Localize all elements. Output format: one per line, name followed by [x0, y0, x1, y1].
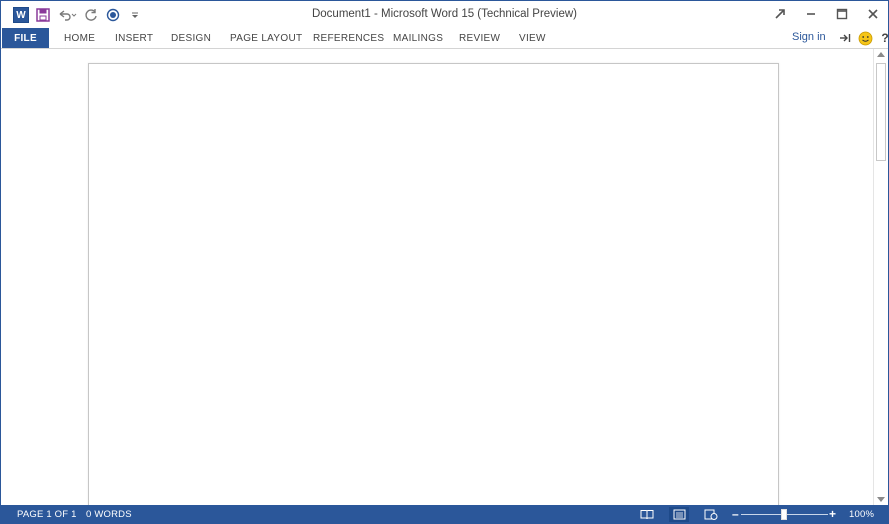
ribbon-display-options-icon[interactable]: [764, 1, 795, 26]
ribbon-right-icons: ?: [837, 30, 888, 46]
tab-file[interactable]: FILE: [2, 28, 49, 48]
zoom-level[interactable]: 100%: [849, 509, 874, 520]
word-count[interactable]: 0 WORDS: [86, 509, 132, 520]
tab-page-layout[interactable]: PAGE LAYOUT: [230, 28, 302, 48]
help-icon[interactable]: ?: [877, 30, 888, 46]
document-page[interactable]: [88, 63, 779, 523]
sign-in-link[interactable]: Sign in: [792, 31, 826, 43]
read-mode-icon[interactable]: [637, 507, 657, 522]
scrollbar-thumb[interactable]: [876, 63, 886, 161]
scroll-up-icon[interactable]: [877, 52, 885, 57]
tab-mailings[interactable]: MAILINGS: [393, 28, 443, 48]
title-bar: W Document1 - Microsoft Word 15 (Technic…: [1, 1, 888, 28]
zoom-slider-thumb[interactable]: [781, 509, 787, 520]
web-layout-icon[interactable]: [701, 507, 721, 522]
tab-view[interactable]: VIEW: [519, 28, 546, 48]
zoom-out-icon[interactable]: –: [732, 507, 739, 521]
window-controls: [764, 1, 888, 28]
scroll-down-icon[interactable]: [877, 497, 885, 502]
vertical-scrollbar[interactable]: [873, 49, 888, 505]
collapse-ribbon-icon[interactable]: [837, 30, 853, 46]
window-title: Document1 - Microsoft Word 15 (Technical…: [311, 8, 578, 20]
tab-home[interactable]: HOME: [64, 28, 95, 48]
document-area: [1, 49, 873, 523]
tab-review[interactable]: REVIEW: [459, 28, 500, 48]
maximize-icon[interactable]: [826, 1, 857, 26]
print-layout-icon[interactable]: [669, 507, 689, 522]
smiley-feedback-icon[interactable]: [857, 30, 873, 46]
zoom-in-icon[interactable]: +: [829, 507, 836, 521]
minimize-icon[interactable]: [795, 1, 826, 26]
page-info[interactable]: PAGE 1 OF 1: [17, 509, 77, 520]
tab-references[interactable]: REFERENCES: [313, 28, 384, 48]
tab-design[interactable]: DESIGN: [171, 28, 211, 48]
tab-insert[interactable]: INSERT: [115, 28, 153, 48]
status-bar: PAGE 1 OF 1 0 WORDS – + 100%: [1, 505, 888, 523]
ribbon-tabs: FILE HOME INSERT DESIGN PAGE LAYOUT REFE…: [1, 28, 888, 49]
word-window: W Document1 - Microsoft Word 15 (Technic…: [0, 0, 889, 524]
close-icon[interactable]: [857, 1, 888, 26]
